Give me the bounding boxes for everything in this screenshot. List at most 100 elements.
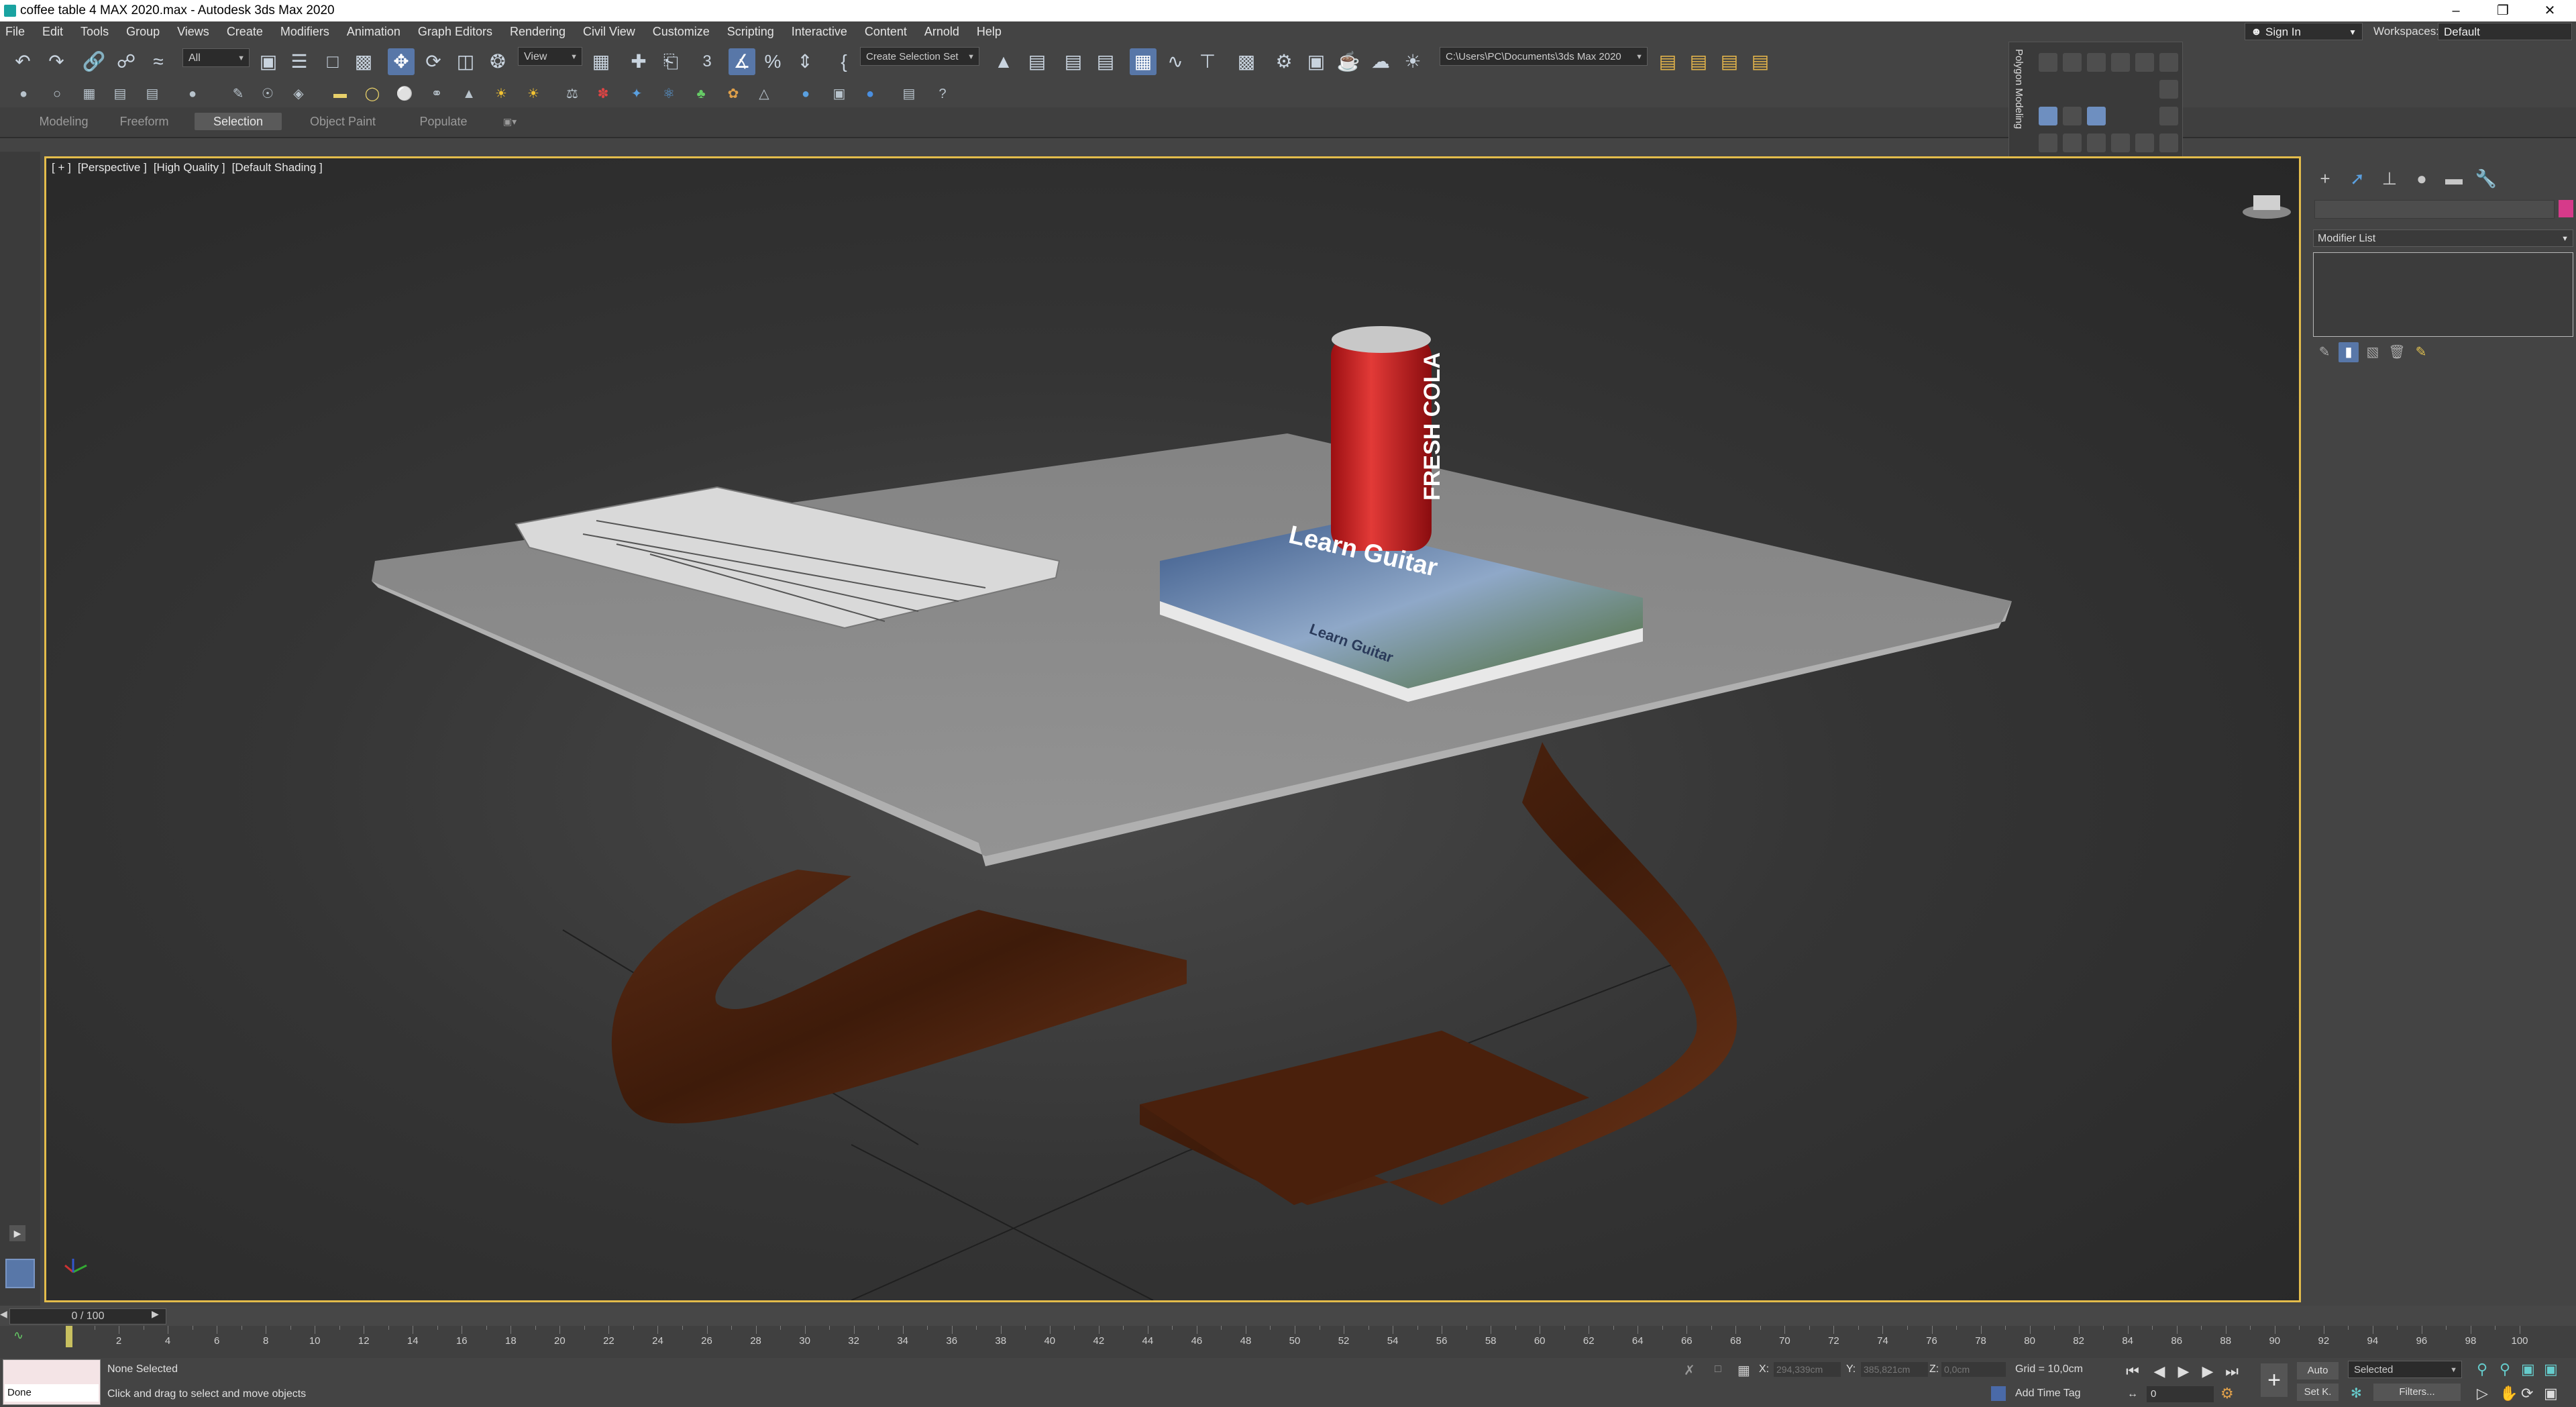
light-icon[interactable]: ☀ bbox=[491, 84, 511, 104]
motion-tab-icon[interactable]: ● bbox=[2408, 165, 2435, 192]
scene-explorer-icon[interactable]: ▤ bbox=[1060, 48, 1087, 75]
ribbon-options-icon[interactable]: ▣▾ bbox=[496, 113, 523, 130]
maxscript-output[interactable]: Done bbox=[5, 1384, 99, 1402]
zoom-icon[interactable]: ⚲ bbox=[2477, 1361, 2487, 1378]
expand-arrow-icon[interactable]: ▶ bbox=[9, 1225, 25, 1241]
set-key-mode-button[interactable]: + bbox=[2261, 1363, 2288, 1397]
menu-edit[interactable]: Edit bbox=[42, 25, 63, 39]
material-editor-icon[interactable]: ▩ bbox=[1233, 48, 1260, 75]
sign-in-dropdown[interactable]: ☻ Sign In ▼ bbox=[2245, 23, 2363, 40]
ring-selection-icon[interactable] bbox=[2063, 107, 2082, 125]
open-folder-icon[interactable]: ▤ bbox=[1685, 48, 1712, 75]
show-end-result-icon[interactable]: ▮ bbox=[2339, 342, 2359, 362]
tab-modeling[interactable]: Modeling bbox=[27, 113, 101, 130]
modifier-list-dropdown[interactable]: Modifier List ▼ bbox=[2313, 229, 2573, 247]
selection-lock-icon[interactable]: □ bbox=[1715, 1363, 1721, 1375]
menu-customize[interactable]: Customize bbox=[653, 25, 710, 39]
project-settings-icon[interactable]: ▤ bbox=[1747, 48, 1774, 75]
vertex-mode-icon[interactable] bbox=[2039, 53, 2057, 72]
loop-selection-icon[interactable] bbox=[2087, 107, 2106, 125]
reference-coordinate-dropdown[interactable]: View ▼ bbox=[518, 47, 582, 66]
object-color-swatch[interactable] bbox=[2559, 200, 2573, 217]
menu-file[interactable]: File bbox=[5, 25, 25, 39]
border-mode-icon[interactable] bbox=[2087, 53, 2106, 72]
pin-stack-icon[interactable]: ✎ bbox=[2314, 342, 2334, 362]
display-icon[interactable]: ● bbox=[860, 84, 880, 104]
window-crossing-icon[interactable]: ▩ bbox=[350, 48, 377, 75]
add-time-tag[interactable]: Add Time Tag bbox=[2015, 1388, 2081, 1400]
menu-animation[interactable]: Animation bbox=[347, 25, 400, 39]
next-frame-arrow-icon[interactable]: ▶ bbox=[152, 1308, 159, 1320]
utilities-tab-icon[interactable]: 🔧 bbox=[2473, 165, 2500, 192]
cube-3-icon[interactable] bbox=[2087, 134, 2106, 152]
select-and-move-icon[interactable]: ✥ bbox=[388, 48, 415, 75]
menu-help[interactable]: Help bbox=[977, 25, 1002, 39]
select-and-scale-icon[interactable]: ◫ bbox=[452, 48, 479, 75]
maximize-viewport-icon[interactable]: ▣ bbox=[2544, 1385, 2558, 1402]
key-filters-button[interactable]: Filters... bbox=[2373, 1384, 2461, 1401]
bind-space-warp-icon[interactable]: ≈ bbox=[145, 48, 172, 75]
modify-tab-icon[interactable]: ➚ bbox=[2344, 165, 2371, 192]
time-cursor[interactable] bbox=[66, 1326, 72, 1347]
prev-frame-arrow-icon[interactable]: ◀ bbox=[0, 1308, 7, 1320]
key-filters-icon[interactable]: ✻ bbox=[2351, 1385, 2362, 1402]
dynamics-icon[interactable]: ⚛ bbox=[659, 84, 679, 104]
time-config-icon[interactable]: ↔ bbox=[2123, 1385, 2143, 1404]
time-slider[interactable]: 0 / 100 bbox=[9, 1308, 166, 1324]
container-icon[interactable]: ○ bbox=[47, 84, 67, 104]
named-selection-set-dropdown[interactable]: Create Selection Set ▼ bbox=[860, 47, 979, 66]
cloth-icon[interactable]: ♣ bbox=[691, 84, 711, 104]
cone-icon[interactable]: ▲ bbox=[459, 84, 479, 104]
render-production-icon[interactable]: ☕ bbox=[1335, 48, 1362, 75]
absolute-mode-icon[interactable]: ▦ bbox=[1737, 1362, 1750, 1379]
rendered-frame-window-icon[interactable]: ▣ bbox=[1303, 48, 1330, 75]
keyboard-shortcut-override-icon[interactable]: ⎗ bbox=[657, 48, 684, 75]
light-lister-icon[interactable]: ▤ bbox=[899, 84, 919, 104]
hierarchy-tab-icon[interactable]: ⊥ bbox=[2376, 165, 2403, 192]
select-object-icon[interactable]: ▣ bbox=[255, 48, 282, 75]
element-mode-icon[interactable] bbox=[2135, 53, 2154, 72]
select-by-name-icon[interactable]: ☰ bbox=[286, 48, 313, 75]
track-bar[interactable]: ∿ 02468101214161820222426283032343638404… bbox=[0, 1326, 2576, 1358]
mini-curve-editor-icon[interactable]: ∿ bbox=[13, 1328, 40, 1345]
time-tag-icon[interactable] bbox=[1991, 1386, 2006, 1401]
render-setup-icon[interactable]: ⚙ bbox=[1271, 48, 1297, 75]
layer-manager-icon[interactable]: ▤ bbox=[110, 84, 130, 104]
particle-icon[interactable]: ✽ bbox=[593, 84, 613, 104]
maxscript-listener[interactable]: Done bbox=[3, 1359, 101, 1405]
sphere-icon[interactable]: ⚪ bbox=[394, 84, 415, 104]
spring-icon[interactable]: ☉ bbox=[258, 84, 278, 104]
isolate-selection-icon[interactable]: ✗ bbox=[1684, 1362, 1695, 1379]
modify-mode-icon[interactable] bbox=[2039, 107, 2057, 125]
cube-icon[interactable] bbox=[2039, 134, 2057, 152]
current-frame-field[interactable]: 0 bbox=[2147, 1386, 2214, 1402]
modifier-stack[interactable] bbox=[2313, 252, 2573, 337]
selection-filter-dropdown[interactable]: All ▼ bbox=[182, 48, 250, 67]
layer-select-icon[interactable]: ● bbox=[182, 84, 203, 104]
tab-freeform[interactable]: Freeform bbox=[107, 113, 181, 130]
auto-key-button[interactable]: Auto bbox=[2297, 1362, 2339, 1379]
menu-civil-view[interactable]: Civil View bbox=[583, 25, 635, 39]
freeze-icon[interactable]: ▦ bbox=[79, 84, 99, 104]
menu-create[interactable]: Create bbox=[227, 25, 263, 39]
menu-rendering[interactable]: Rendering bbox=[510, 25, 566, 39]
grow-selection-icon[interactable] bbox=[2159, 80, 2178, 99]
set-key-button[interactable]: Set K. bbox=[2297, 1384, 2339, 1401]
previous-frame-icon[interactable]: ◀ bbox=[2149, 1362, 2169, 1381]
select-and-place-icon[interactable]: ❂ bbox=[484, 48, 511, 75]
key-filter-dropdown[interactable]: Selected ▼ bbox=[2348, 1361, 2462, 1378]
display-tab-icon[interactable]: ▬ bbox=[2440, 165, 2467, 192]
pin-icon[interactable]: ● bbox=[13, 84, 34, 104]
perspective-viewport[interactable]: [ + ] [Perspective ] [High Quality ] [De… bbox=[44, 156, 2301, 1302]
pivot-center-icon[interactable]: ▦ bbox=[588, 48, 614, 75]
cube-5-icon[interactable] bbox=[2135, 134, 2154, 152]
menu-tools[interactable]: Tools bbox=[80, 25, 109, 39]
layer-add-icon[interactable]: ▤ bbox=[142, 84, 162, 104]
torus-icon[interactable]: ⚭ bbox=[427, 84, 447, 104]
time-config-gear-icon[interactable]: ⚙ bbox=[2220, 1385, 2234, 1402]
set-project-folder-icon[interactable]: ▤ bbox=[1716, 48, 1743, 75]
cube-4-icon[interactable] bbox=[2111, 134, 2130, 152]
edge-mode-icon[interactable] bbox=[2063, 53, 2082, 72]
layer-explorer-icon[interactable]: ▤ bbox=[1092, 48, 1119, 75]
field-of-view-icon[interactable]: ▷ bbox=[2477, 1385, 2488, 1402]
